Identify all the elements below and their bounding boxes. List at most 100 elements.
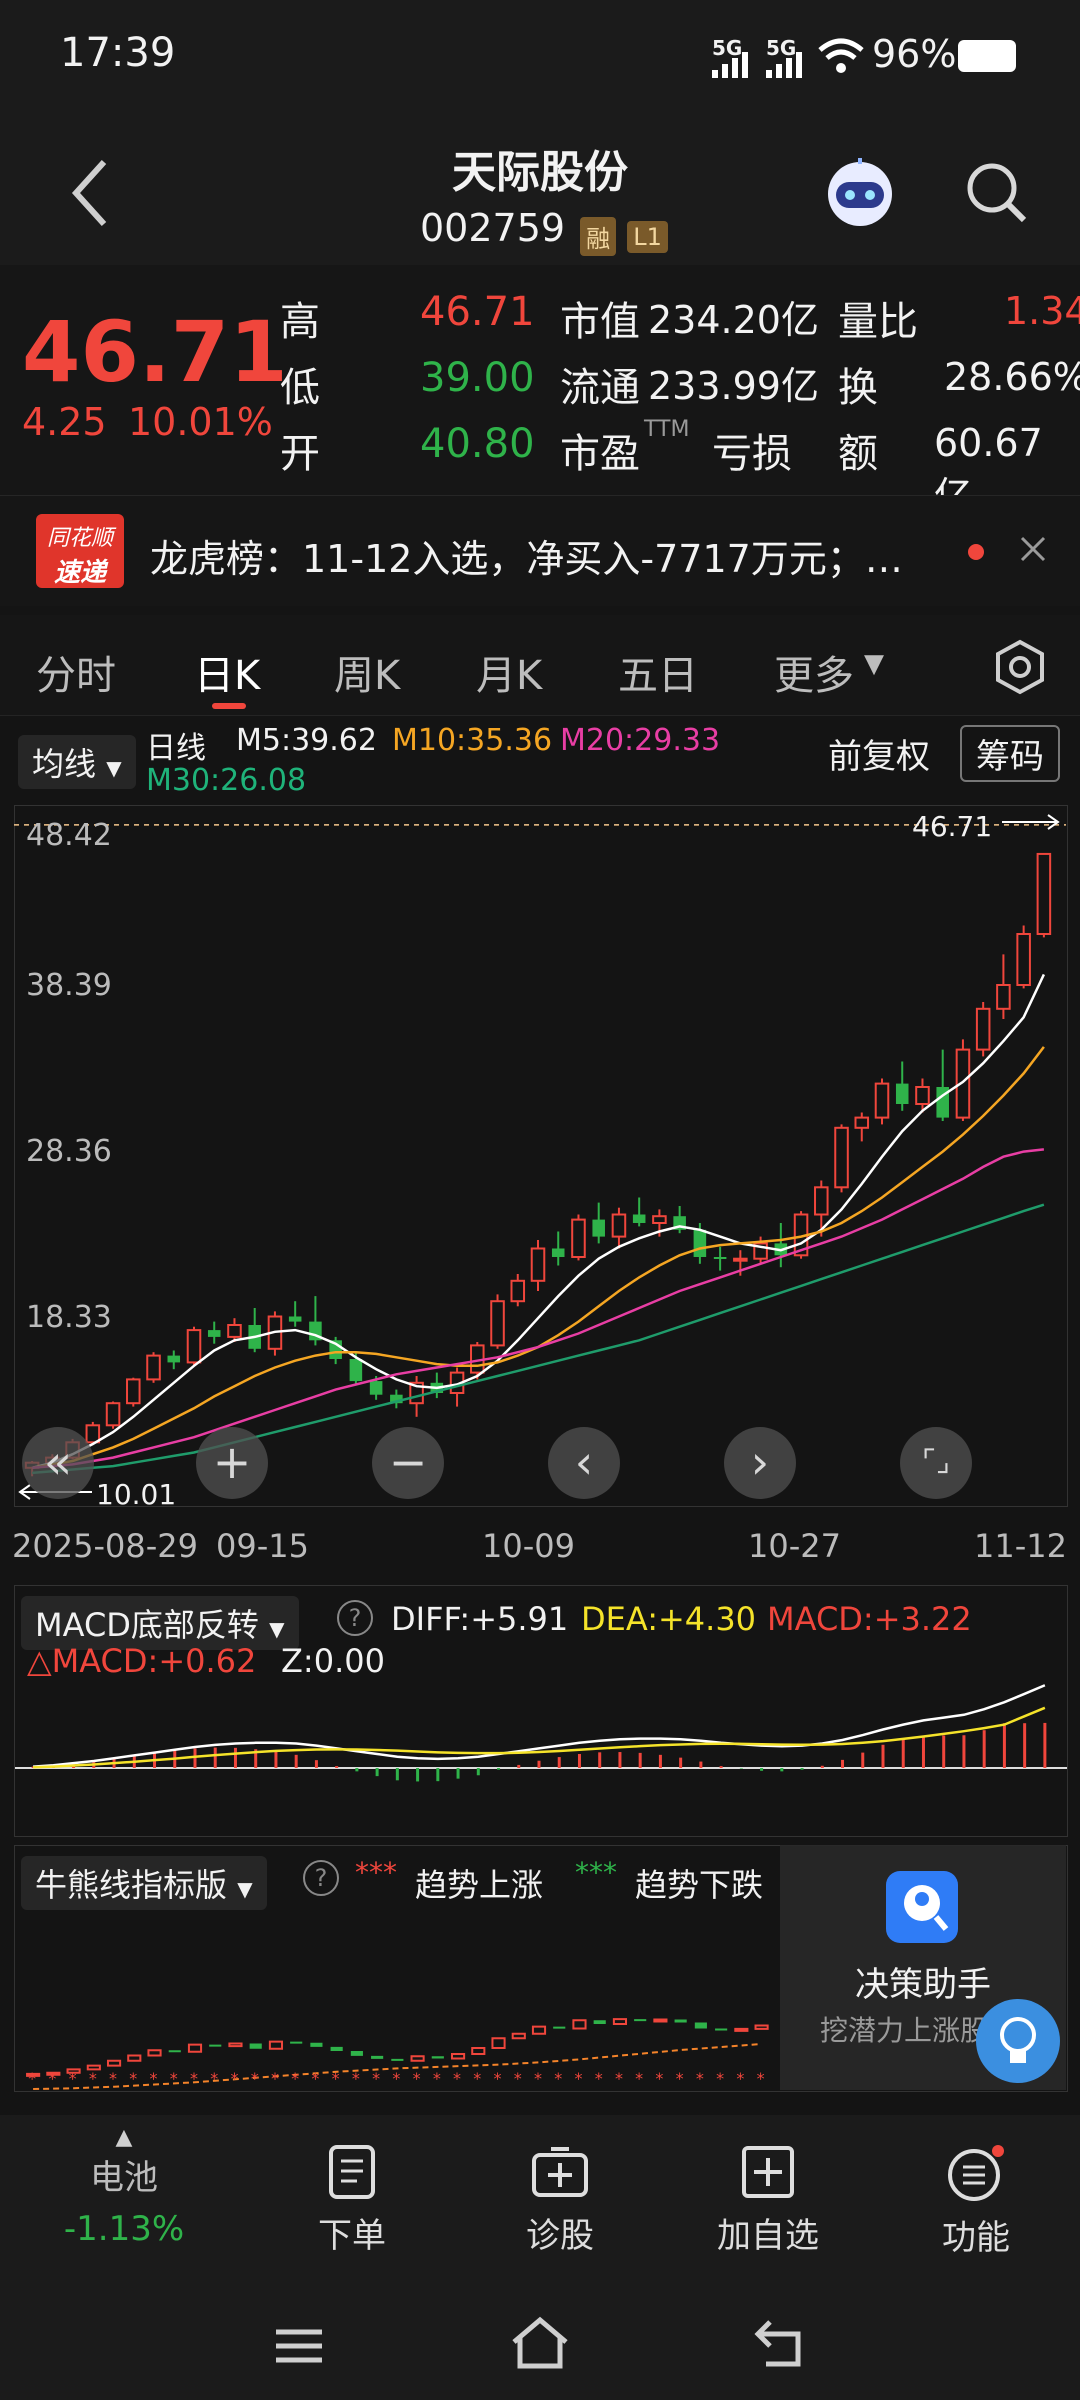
tab-five-day[interactable]: 五日 <box>618 643 698 701</box>
float-value: 233.99亿 <box>648 364 819 408</box>
trend-marker: * <box>251 2069 259 2088</box>
tab-weekly-k[interactable]: 周K <box>334 643 400 701</box>
tab-daily-k[interactable]: 日K <box>194 643 260 701</box>
price-change-pct: 10.01% <box>128 400 273 444</box>
bull-bear-select-label: 牛熊线指标版 <box>35 1866 228 1904</box>
bull-bear-candle <box>674 2019 687 2023</box>
turnover-label: 换 <box>838 365 878 411</box>
add-watchlist-button[interactable]: 加自选 <box>668 2145 868 2257</box>
help-icon[interactable]: ? <box>337 1600 373 1636</box>
bull-bear-select[interactable]: 牛熊线指标版 ▼ <box>21 1856 267 1910</box>
battery-sector-change: -1.13% <box>63 2209 185 2249</box>
bull-bear-candle <box>634 2019 647 2022</box>
recent-apps-icon[interactable] <box>274 2326 324 2366</box>
back-nav-icon[interactable] <box>752 2318 808 2368</box>
bull-bear-candle <box>572 2019 587 2030</box>
functions-button[interactable]: 功能 <box>876 2145 1076 2259</box>
trend-marker: * <box>534 2069 542 2088</box>
scroll-left-button[interactable]: ‹ <box>548 1427 620 1499</box>
home-icon[interactable] <box>510 2316 570 2370</box>
battery-sector-item[interactable]: ▲ 电池 -1.13% <box>24 2125 224 2249</box>
zoom-in-button[interactable]: + <box>196 1427 268 1499</box>
trend-marker: * <box>291 2069 299 2088</box>
adjust-mode[interactable]: 前复权 <box>828 729 930 778</box>
candle <box>936 1049 949 1121</box>
order-label: 下单 <box>318 2216 386 2256</box>
rewind-icon: « <box>43 1435 73 1489</box>
scroll-right-button[interactable]: › <box>724 1427 796 1499</box>
bull-bear-candle <box>612 2018 628 2025</box>
macd-panel[interactable]: MACD底部反转 ▼ ? DIFF:+5.91 DEA:+4.30 MACD:+… <box>14 1585 1068 1837</box>
bull-bear-candle <box>531 2025 547 2035</box>
x-tick-label: 10-09 <box>482 1527 575 1565</box>
signal-bars-icon <box>712 52 748 78</box>
robot-assistant-icon[interactable] <box>822 154 898 230</box>
trend-marker: * <box>372 2069 380 2088</box>
candle <box>207 1321 221 1344</box>
candle <box>167 1350 181 1370</box>
level-badge: L1 <box>627 220 668 253</box>
tab-active-indicator <box>212 703 246 709</box>
lightbulb-fab[interactable] <box>976 1999 1060 2083</box>
tab-monthly-k[interactable]: 月K <box>476 643 542 701</box>
candle <box>186 1326 202 1366</box>
search-icon[interactable] <box>964 160 1030 226</box>
trend-marker: * <box>48 2069 56 2088</box>
tab-intraday[interactable]: 分时 <box>36 643 116 701</box>
order-icon <box>329 2145 375 2199</box>
bull-bear-candle <box>209 2044 222 2047</box>
z-value: Z:0.00 <box>281 1642 385 1680</box>
candle <box>895 1061 909 1111</box>
close-icon[interactable] <box>1018 534 1048 564</box>
ma20-value: M20:29.33 <box>560 723 721 758</box>
high-value: 46.71 <box>420 289 535 335</box>
help-icon[interactable]: ? <box>303 1860 339 1896</box>
fullscreen-icon: ⌜⌟ <box>921 1444 951 1479</box>
trend-down-label: 趋势下跌 <box>635 1866 764 1904</box>
candle <box>288 1301 302 1327</box>
mktcap-label: 市值 <box>560 299 640 345</box>
high-label: 高 <box>280 299 320 345</box>
volratio-label: 量比 <box>838 299 918 345</box>
chip-button[interactable]: 筹码 <box>960 725 1060 782</box>
bull-bear-candle <box>734 2027 749 2032</box>
trend-marker: * <box>210 2069 218 2088</box>
trend-marker: * <box>595 2069 603 2088</box>
decision-assistant-card[interactable]: 决策助手 挖潜力上涨股 <box>780 1845 1066 2090</box>
order-button[interactable]: 下单 <box>252 2145 452 2257</box>
candle <box>551 1231 565 1266</box>
news-ticker[interactable]: 同花顺 速递 龙虎榜：11-12入选，净买入-7717万元；… <box>0 495 1080 606</box>
candle <box>105 1401 121 1429</box>
bull-bear-candle <box>754 2024 769 2030</box>
bull-bear-candle <box>350 2051 363 2056</box>
candle <box>571 1214 586 1261</box>
dea-value: DEA:+4.30 <box>581 1600 757 1638</box>
status-bar: 17:39 5G 5G 96% <box>0 0 1080 110</box>
ma-select[interactable]: 均线 ▼ <box>18 735 136 789</box>
battery-sector-label: 电池 <box>90 2158 158 2198</box>
delta-macd-value: △MACD:+0.62 <box>27 1642 257 1680</box>
candle <box>673 1206 686 1234</box>
zoom-out-button[interactable]: − <box>372 1427 444 1499</box>
bull-bear-candle <box>187 2043 203 2053</box>
price-change: 4.25 <box>22 400 107 444</box>
rewind-button[interactable]: « <box>22 1427 94 1499</box>
assistant-icon <box>886 1871 958 1943</box>
battery-percent: 96% <box>872 32 957 76</box>
y-tick-label: 38.39 <box>26 968 112 1003</box>
kline-chart[interactable] <box>14 805 1066 1505</box>
tab-more[interactable]: 更多 <box>774 643 854 701</box>
trend-marker: * <box>574 2069 582 2088</box>
stock-header: 天际股份 002759 融 L1 <box>0 110 1080 265</box>
diagnose-button[interactable]: 诊股 <box>460 2145 660 2257</box>
last-price: 46.71 <box>22 303 288 401</box>
candle <box>146 1352 161 1383</box>
candle <box>1016 925 1031 989</box>
bull-bear-candle <box>268 2040 284 2050</box>
fullscreen-button[interactable]: ⌜⌟ <box>900 1427 972 1499</box>
settings-icon[interactable] <box>992 639 1048 695</box>
open-label: 开 <box>280 431 320 477</box>
candle <box>390 1389 403 1409</box>
trend-marker: * <box>271 2069 279 2088</box>
battery-icon <box>958 40 1016 72</box>
